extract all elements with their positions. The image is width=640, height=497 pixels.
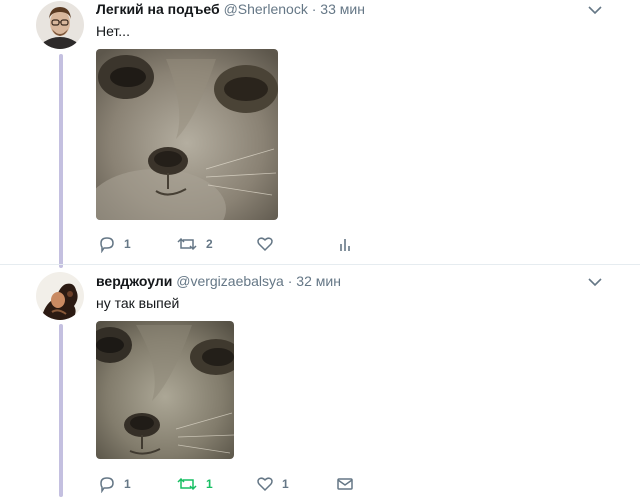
analytics-button[interactable]	[336, 234, 354, 254]
separator-dot: ·	[287, 273, 293, 289]
reply-icon	[100, 237, 114, 253]
tweet-actions: 1 2	[98, 234, 398, 254]
tweet-header: верджоули @vergizaebalsya · 32 мин	[96, 272, 341, 290]
tweet-header: Легкий на подъеб @Sherlenock · 33 мин	[96, 0, 365, 18]
tweet-text: Нет...	[96, 23, 130, 39]
display-name[interactable]: Легкий на подъеб	[96, 1, 220, 17]
reply-button[interactable]: 1	[98, 234, 131, 254]
heart-icon	[257, 237, 273, 252]
reply-icon	[100, 477, 114, 493]
tweet-image[interactable]	[96, 49, 278, 220]
tweet-actions: 1 1 1	[98, 474, 398, 494]
heart-icon	[257, 477, 273, 492]
direct-message-button[interactable]	[336, 474, 354, 494]
avatar[interactable]	[36, 1, 84, 49]
reply-count: 1	[124, 477, 131, 491]
tweet-text: ну так выпей	[96, 295, 180, 311]
like-button[interactable]: 1	[256, 474, 289, 494]
retweet-button[interactable]: 1	[176, 474, 213, 494]
retweet-button[interactable]: 2	[176, 234, 213, 254]
retweet-count: 1	[206, 477, 213, 491]
retweet-count: 2	[206, 237, 213, 251]
thread-line	[59, 324, 63, 497]
retweet-icon	[177, 237, 197, 251]
reply-count: 1	[124, 237, 131, 251]
separator-dot: ·	[311, 1, 317, 17]
avatar[interactable]	[36, 272, 84, 320]
user-handle[interactable]: @Sherlenock	[224, 1, 308, 17]
analytics-icon	[340, 239, 350, 251]
chevron-down-icon[interactable]	[586, 273, 604, 291]
retweet-icon	[177, 477, 197, 491]
like-count: 1	[282, 477, 289, 491]
like-button[interactable]	[256, 234, 282, 254]
divider	[0, 264, 640, 265]
timestamp[interactable]: 33 мин	[320, 1, 365, 17]
thread-line	[59, 54, 63, 268]
user-handle[interactable]: @vergizaebalsya	[176, 273, 284, 289]
display-name[interactable]: верджоули	[96, 273, 172, 289]
envelope-icon	[337, 478, 353, 490]
reply-button[interactable]: 1	[98, 474, 131, 494]
chevron-down-icon[interactable]	[586, 1, 604, 19]
tweet-image[interactable]	[96, 321, 234, 459]
timestamp[interactable]: 32 мин	[296, 273, 341, 289]
